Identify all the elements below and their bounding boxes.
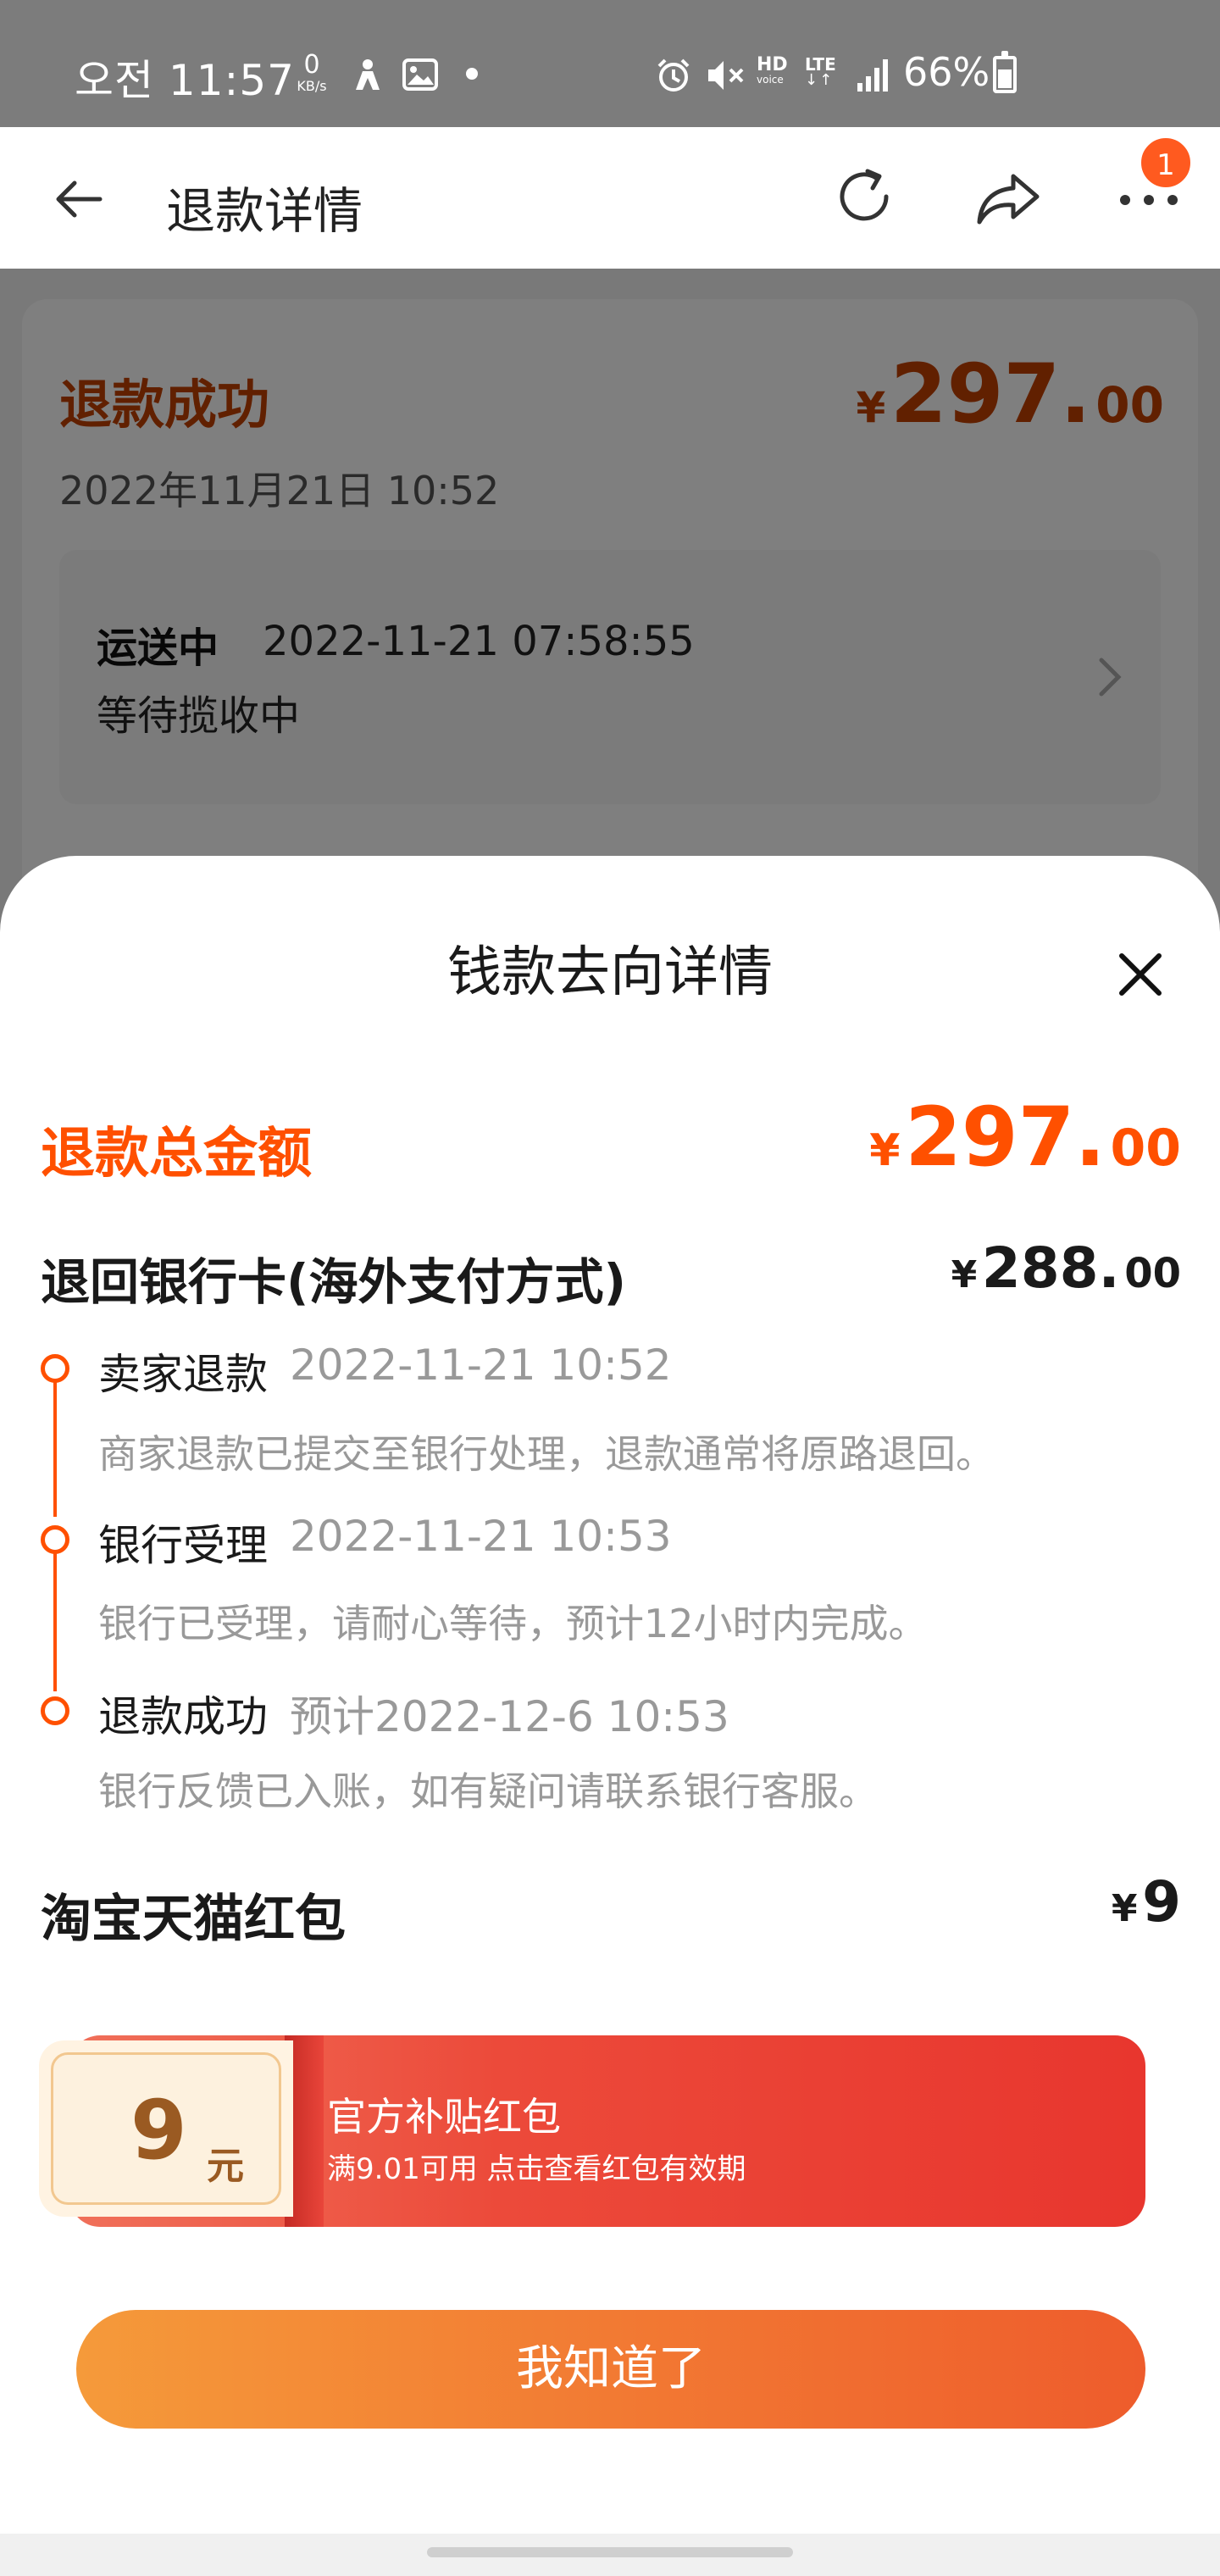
image-icon xyxy=(402,58,438,91)
refresh-icon[interactable] xyxy=(829,161,900,232)
hd-sub-label: voice xyxy=(757,74,784,86)
notification-badge: 1 xyxy=(1139,136,1193,190)
signal-icon xyxy=(857,59,888,92)
hongbao-amount: ¥ 9 xyxy=(1112,1869,1181,1935)
home-indicator[interactable] xyxy=(427,2547,793,2557)
timeline-step-desc: 银行反馈已入账，如有疑问请联系银行客服。 xyxy=(98,1768,878,1814)
coupon-unit: 元 xyxy=(207,2145,244,2188)
status-time: 오전 11:57 xyxy=(75,56,295,105)
status-bar: 오전 11:57 0 KB/s HD voice LTE ↓↑ 66% xyxy=(0,0,1220,127)
dot-icon xyxy=(466,68,478,80)
hd-label: HD xyxy=(757,54,788,75)
back-arrow-icon[interactable] xyxy=(51,169,110,229)
money-flow-sheet: 钱款去向详情 退款总金额 ¥ 297. 00 退回银行卡(海外支付方式) ¥ 2… xyxy=(0,856,1220,2534)
timeline-step-name: 卖家退款 xyxy=(98,1350,268,1399)
hongbao-amount-value: 9 xyxy=(1142,1869,1181,1935)
timeline-connector xyxy=(53,1539,57,1691)
hongbao-label: 淘宝天猫红包 xyxy=(41,1890,346,1949)
timeline-dot xyxy=(41,1696,69,1725)
share-icon[interactable] xyxy=(973,164,1044,232)
net-speed-value: 0 xyxy=(303,50,320,80)
timeline-dot xyxy=(41,1525,69,1554)
coupon-value: 9 xyxy=(130,2083,187,2178)
coupon-subtitle: 满9.01可用 点击查看红包有效期 xyxy=(327,2152,746,2186)
confirm-button[interactable]: 我知道了 xyxy=(76,2310,1145,2429)
timeline-step-desc: 商家退款已提交至银行处理，退款通常将原路退回。 xyxy=(98,1431,995,1477)
page-title: 退款详情 xyxy=(166,182,363,240)
timeline-dot xyxy=(41,1354,69,1383)
timeline-step-desc: 银行已受理，请耐心等待，预计12小时内完成。 xyxy=(98,1601,928,1646)
lte-indicator: LTE ↓↑ xyxy=(805,56,836,88)
lte-sub-label: ↓↑ xyxy=(805,71,835,89)
battery-percent: 66% xyxy=(903,49,990,95)
nav-bar: 退款详情 1 xyxy=(0,127,1220,269)
coupon-title: 官方补贴红包 xyxy=(327,2094,561,2140)
net-speed-unit: KB/s xyxy=(297,78,327,94)
alarm-icon xyxy=(657,58,690,92)
timeline-step-name: 银行受理 xyxy=(98,1521,268,1570)
timeline-step-time: 2022-11-21 10:53 xyxy=(290,1512,672,1561)
coupon-ticket: 9 元 xyxy=(39,2040,293,2217)
timeline-step-name: 退款成功 xyxy=(98,1692,268,1741)
timeline-step-time: 预计2022-12-6 10:53 xyxy=(290,1692,729,1741)
hd-voice-indicator: HD voice xyxy=(757,54,788,86)
timeline-step-time: 2022-11-21 10:52 xyxy=(290,1341,672,1390)
refund-timeline: 卖家退款 2022-11-21 10:52 商家退款已提交至银行处理，退款通常将… xyxy=(0,856,1220,1814)
page: 오전 11:57 0 KB/s HD voice LTE ↓↑ 66% 退款详情… xyxy=(0,0,1220,2576)
net-speed: 0 KB/s xyxy=(290,53,334,93)
hongbao-currency: ¥ xyxy=(1111,1887,1138,1930)
mute-icon xyxy=(708,61,744,90)
timeline-connector xyxy=(53,1368,57,1517)
wifi-calling-icon xyxy=(356,59,380,90)
red-packet-coupon[interactable]: 9 元 官方补贴红包 满9.01可用 点击查看红包有效期 xyxy=(39,2027,1145,2227)
battery-icon xyxy=(993,51,1017,93)
